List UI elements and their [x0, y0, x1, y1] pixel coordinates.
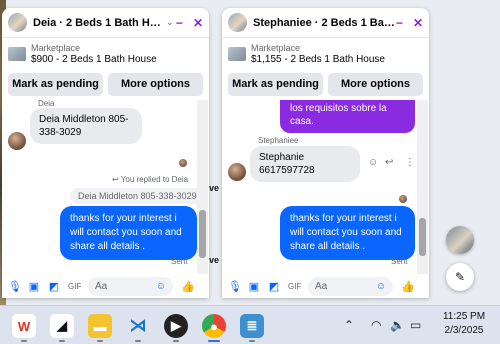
- reply-icon[interactable]: ↩: [385, 157, 393, 168]
- emoji-icon[interactable]: ☺: [376, 281, 386, 292]
- message-input[interactable]: Aa ☺: [88, 276, 173, 296]
- listing-thumbnail: [228, 47, 246, 61]
- sender-name: Stephaniee: [258, 136, 299, 145]
- background-window-text: ve: [209, 183, 220, 193]
- listing-title: $1,155 - 2 Beds 1 Bath House: [251, 54, 385, 65]
- incoming-message: Deia Middleton 805-338-3029: [30, 108, 142, 144]
- marketplace-listing[interactable]: Marketplace $1,155 - 2 Beds 1 Bath House: [222, 38, 429, 70]
- read-receipt-avatar: [399, 195, 407, 203]
- chat-title[interactable]: Deia · 2 Beds 1 Bath House: [33, 17, 163, 29]
- running-indicator: [97, 340, 103, 342]
- background-window-text: ve: [209, 255, 220, 265]
- message-placeholder: Aa: [315, 280, 328, 292]
- outgoing-message: thanks for your interest i will contact …: [280, 206, 415, 260]
- chevron-up-icon[interactable]: ⌃: [344, 318, 354, 332]
- chat-avatar[interactable]: [8, 13, 27, 32]
- chat-window-stephaniee: Stephaniee · 2 Beds 1 Bath ··· − ✕ Marke…: [222, 8, 429, 298]
- chat-title[interactable]: Stephaniee · 2 Beds 1 Bath ···: [253, 17, 396, 29]
- sticker-icon[interactable]: ◩: [48, 280, 60, 293]
- outgoing-message-previous: poder enviarte detalles y los requisitos…: [280, 100, 415, 133]
- more-actions-icon[interactable]: ⋮: [405, 157, 415, 168]
- mark-as-pending-button[interactable]: Mark as pending: [8, 72, 103, 96]
- sent-status: Sent: [391, 257, 408, 266]
- chat-avatar[interactable]: [228, 13, 247, 32]
- wps-office-icon[interactable]: W: [12, 314, 36, 338]
- marketplace-label: Marketplace: [251, 43, 301, 53]
- more-options-button[interactable]: More options: [108, 72, 203, 96]
- sender-avatar: [8, 132, 26, 150]
- sender-avatar: [228, 163, 246, 181]
- running-indicator: [135, 340, 141, 342]
- message-placeholder: Aa: [95, 280, 108, 292]
- wifi-icon[interactable]: ◠: [371, 318, 381, 332]
- read-receipt-avatar: [179, 159, 187, 167]
- chat-header[interactable]: Deia · 2 Beds 1 Bath House ⌄ − ✕: [2, 8, 209, 38]
- composer-bar: 🎙 ▣ ◩ GIF Aa ☺ 👍: [222, 274, 429, 298]
- taskbar: W ◢ ▬ ⋊ ▶ ● ≣ ⌃ ◠ 🔈 ▭: [0, 305, 500, 344]
- new-message-icon[interactable]: ✎: [446, 263, 474, 291]
- taskbar-clock[interactable]: 11:25 PM 2/3/2025: [438, 310, 490, 338]
- notepad-icon[interactable]: ≣: [240, 314, 264, 338]
- gif-icon[interactable]: GIF: [68, 282, 81, 291]
- close-icon[interactable]: ✕: [413, 16, 423, 30]
- outgoing-message: thanks for your interest i will contact …: [60, 206, 197, 260]
- file-explorer-icon[interactable]: ▬: [88, 314, 112, 338]
- vscode-icon[interactable]: ⋊: [126, 314, 150, 338]
- like-icon[interactable]: 👍: [181, 280, 195, 293]
- scrollbar[interactable]: [417, 100, 428, 274]
- chat-header[interactable]: Stephaniee · 2 Beds 1 Bath ··· − ✕: [222, 8, 429, 38]
- composer-bar: 🎙 ▣ ◩ GIF Aa ☺ 👍: [2, 274, 209, 298]
- minimize-icon[interactable]: −: [176, 16, 183, 30]
- chrome-icon[interactable]: ●: [202, 314, 226, 338]
- chevron-down-icon[interactable]: ⌄: [166, 17, 174, 28]
- more-options-button[interactable]: More options: [328, 72, 423, 96]
- chat-head-avatar[interactable]: [446, 226, 474, 254]
- running-indicator: [249, 340, 255, 342]
- message-input[interactable]: Aa ☺: [308, 276, 393, 296]
- chat-window-deia: Deia · 2 Beds 1 Bath House ⌄ − ✕ Marketp…: [2, 8, 209, 298]
- mic-icon[interactable]: 🎙: [228, 280, 242, 293]
- scrollbar[interactable]: [197, 100, 208, 274]
- mic-icon[interactable]: 🎙: [8, 280, 22, 293]
- marketplace-listing[interactable]: Marketplace $900 - 2 Beds 1 Bath House: [2, 38, 209, 70]
- scrollbar-thumb[interactable]: [419, 218, 426, 256]
- active-indicator: [208, 340, 220, 342]
- clock-date: 2/3/2025: [444, 325, 484, 336]
- marketplace-label: Marketplace: [31, 43, 81, 53]
- battery-icon[interactable]: ▭: [410, 318, 421, 332]
- close-icon[interactable]: ✕: [193, 16, 203, 30]
- sent-status: Sent: [171, 257, 188, 266]
- scrollbar-thumb[interactable]: [199, 210, 206, 258]
- mark-as-pending-button[interactable]: Mark as pending: [228, 72, 323, 96]
- incoming-message: Stephanie 6617597728: [250, 146, 360, 182]
- running-indicator: [59, 340, 65, 342]
- message-list: poder enviarte detalles y los requisitos…: [222, 100, 429, 274]
- image-icon[interactable]: ▣: [28, 280, 40, 293]
- sender-name: Deia: [38, 100, 55, 108]
- app-icon[interactable]: ◢: [50, 314, 74, 338]
- quoted-message: Deia Middleton 805-338-3029: [70, 188, 205, 204]
- listing-title: $900 - 2 Beds 1 Bath House: [31, 54, 157, 65]
- message-list: Deia Deia Middleton 805-338-3029 ↩ You r…: [2, 100, 209, 274]
- volume-icon[interactable]: 🔈: [390, 318, 405, 332]
- minimize-icon[interactable]: −: [396, 16, 403, 30]
- sticker-icon[interactable]: ◩: [268, 280, 280, 293]
- gif-icon[interactable]: GIF: [288, 282, 301, 291]
- like-icon[interactable]: 👍: [401, 280, 415, 293]
- running-indicator: [21, 340, 27, 342]
- running-indicator: [173, 340, 179, 342]
- clock-time: 11:25 PM: [442, 311, 486, 322]
- listing-thumbnail: [8, 47, 26, 61]
- reply-indicator: ↩ You replied to Deia: [112, 175, 189, 184]
- react-icon[interactable]: ☺: [368, 157, 378, 168]
- image-icon[interactable]: ▣: [248, 280, 260, 293]
- media-player-icon[interactable]: ▶: [164, 314, 188, 338]
- emoji-icon[interactable]: ☺: [156, 281, 166, 292]
